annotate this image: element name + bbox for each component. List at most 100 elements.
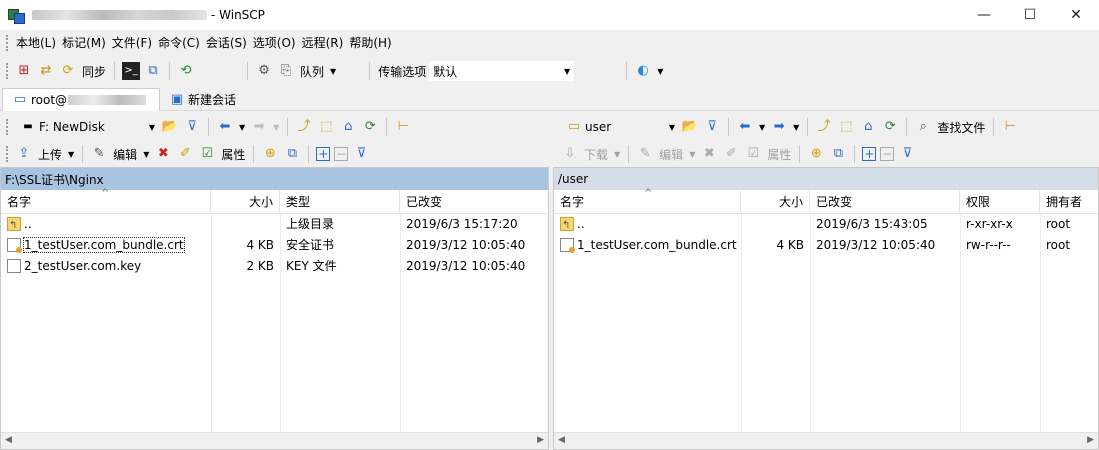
filter-icon[interactable]: ⊽ [703, 118, 721, 136]
tab-new-session[interactable]: ▣ 新建会话 [160, 88, 242, 111]
back-icon[interactable]: ⬅ [216, 118, 234, 136]
sync-icon[interactable]: ⟳ [59, 62, 77, 80]
compare-dirs-icon[interactable]: ⇄ [37, 62, 55, 80]
close-button[interactable]: ✕ [1053, 0, 1099, 30]
col-rights[interactable]: 权限 [960, 190, 1040, 214]
col-size[interactable]: 大小 [741, 190, 810, 214]
parent-dir-icon[interactable]: ⤴ [815, 118, 833, 136]
left-drive-select[interactable]: ▬ F: NewDisk ▼ [13, 117, 159, 137]
menu-local[interactable]: 本地(L) [13, 31, 59, 55]
scroll-right-icon[interactable]: ▶ [537, 435, 544, 445]
menu-commands[interactable]: 命令(C) [155, 31, 203, 55]
upload-dropdown-icon[interactable]: ▼ [68, 150, 74, 159]
preferences-gear-icon[interactable]: ⚙ [255, 62, 273, 80]
back-dropdown-icon[interactable]: ▼ [759, 123, 765, 132]
new-file-icon[interactable]: ⧉ [829, 145, 847, 163]
select-all-icon[interactable]: + [862, 147, 877, 161]
globe-icon[interactable]: ◐ [634, 62, 652, 80]
toolbar-grip[interactable] [6, 146, 9, 162]
forward-icon[interactable]: ➡ [770, 118, 788, 136]
refresh-icon[interactable]: ⟳ [881, 118, 899, 136]
filter-icon[interactable]: ⊽ [183, 118, 201, 136]
col-changed[interactable]: 已改变 [400, 190, 548, 214]
minimize-button[interactable]: — [961, 0, 1007, 30]
new-file-icon[interactable]: ⧉ [283, 145, 301, 163]
maximize-button[interactable]: ☐ [1007, 0, 1053, 30]
home-icon[interactable]: ⌂ [339, 118, 357, 136]
sync-button[interactable]: 同步 [82, 63, 106, 80]
console-icon[interactable]: >_ [122, 62, 141, 80]
toolbar-grip[interactable] [6, 35, 9, 51]
properties-icon[interactable]: ☑ [198, 145, 216, 163]
home-icon[interactable]: ⌂ [859, 118, 877, 136]
left-file-toolbar: ⇪ 上传 ▼ ✎ 编辑 ▼ ✖ ✐ ☑ 属性 ⊕ ⧉ + − ⊽ [0, 140, 548, 168]
edit-button[interactable]: 编辑 [113, 146, 137, 163]
tab-session[interactable]: ▭ root@ [2, 88, 160, 111]
refresh-session-icon[interactable]: ⟲ [177, 62, 195, 80]
table-row[interactable]: 1_testUser.com_bundle.crt 4 KB 安全证书 2019… [1, 235, 548, 256]
tree-icon[interactable]: ⊢ [1001, 118, 1019, 136]
table-row[interactable]: .. 2019/6/3 15:43:05 r-xr-xr-x root [554, 214, 1098, 236]
table-row[interactable]: .. 上级目录 2019/6/3 15:17:20 [1, 214, 548, 236]
tree-icon[interactable]: ⊢ [394, 118, 412, 136]
right-horizontal-scrollbar[interactable]: ◀ ▶ [554, 432, 1098, 449]
col-name[interactable]: 名字 ^ [1, 188, 211, 214]
queue-button[interactable]: 队列 [300, 63, 324, 80]
new-folder-icon[interactable]: ⊕ [807, 145, 825, 163]
root-dir-icon[interactable]: ⬚ [317, 118, 335, 136]
globe-dropdown-icon[interactable]: ▼ [657, 67, 663, 76]
menu-session[interactable]: 会话(S) [203, 31, 250, 55]
properties-button[interactable]: 属性 [221, 146, 245, 163]
putty-icon[interactable]: ⧉ [144, 62, 162, 80]
filter-mask-icon[interactable]: ⊽ [352, 145, 370, 163]
toolbar-grip[interactable] [6, 63, 9, 79]
edit-dropdown-icon[interactable]: ▼ [143, 150, 149, 159]
menu-file[interactable]: 文件(F) [109, 31, 155, 55]
scroll-left-icon[interactable]: ◀ [558, 435, 565, 445]
table-row[interactable]: 1_testUser.com_bundle.crt 4 KB 2019/3/12… [554, 235, 1098, 256]
local-browser-icon[interactable]: ⊞ [15, 62, 33, 80]
root-dir-icon[interactable]: ⬚ [837, 118, 855, 136]
edit-icon[interactable]: ✎ [90, 145, 108, 163]
open-folder-icon[interactable]: 📂 [161, 118, 179, 136]
menu-remote[interactable]: 远程(R) [299, 31, 347, 55]
right-dir-select[interactable]: ▭ user ▼ [559, 117, 679, 137]
scroll-right-icon[interactable]: ▶ [1087, 435, 1094, 445]
forward-dropdown-icon[interactable]: ▼ [793, 123, 799, 132]
separator [799, 145, 801, 163]
menu-help[interactable]: 帮助(H) [346, 31, 394, 55]
rename-icon[interactable]: ✐ [176, 145, 194, 163]
menu-options[interactable]: 选项(O) [250, 31, 299, 55]
find-files-icon[interactable]: ⌕ [914, 118, 932, 136]
table-row[interactable]: 2_testUser.com.key 2 KB KEY 文件 2019/3/12… [1, 256, 548, 277]
parent-dir-icon[interactable]: ⤴ [295, 118, 313, 136]
left-horizontal-scrollbar[interactable]: ◀ ▶ [1, 432, 548, 449]
toolbar-grip[interactable] [6, 119, 9, 135]
separator [208, 118, 209, 136]
left-file-list: .. 上级目录 2019/6/3 15:17:20 1_testUser.com… [1, 214, 548, 277]
col-owner[interactable]: 拥有者 [1040, 190, 1099, 214]
find-files-button[interactable]: 查找文件 [937, 119, 985, 136]
col-type[interactable]: 类型 [280, 190, 400, 214]
refresh-icon[interactable]: ⟳ [361, 118, 379, 136]
col-changed[interactable]: 已改变 [810, 190, 960, 214]
queue-icon[interactable]: ⎘ [277, 62, 295, 80]
new-folder-icon[interactable]: ⊕ [261, 145, 279, 163]
scroll-left-icon[interactable]: ◀ [5, 435, 12, 445]
transfer-settings-select[interactable]: 默认 ▼ [429, 61, 575, 81]
chevron-down-icon: ▼ [564, 66, 571, 76]
separator [287, 118, 289, 136]
queue-dropdown-icon[interactable]: ▼ [330, 67, 336, 76]
select-all-icon[interactable]: + [316, 147, 331, 161]
delete-icon[interactable]: ✖ [154, 145, 172, 163]
upload-icon[interactable]: ⇪ [15, 145, 33, 163]
filter-mask-icon[interactable]: ⊽ [898, 145, 916, 163]
upload-button[interactable]: 上传 [38, 146, 62, 163]
separator [854, 145, 856, 163]
col-size[interactable]: 大小 [211, 190, 280, 214]
menu-mark[interactable]: 标记(M) [59, 31, 109, 55]
back-icon[interactable]: ⬅ [736, 118, 754, 136]
col-name[interactable]: 名字 ^ [554, 188, 741, 214]
back-dropdown-icon[interactable]: ▼ [239, 123, 245, 132]
open-folder-icon[interactable]: 📂 [681, 118, 699, 136]
